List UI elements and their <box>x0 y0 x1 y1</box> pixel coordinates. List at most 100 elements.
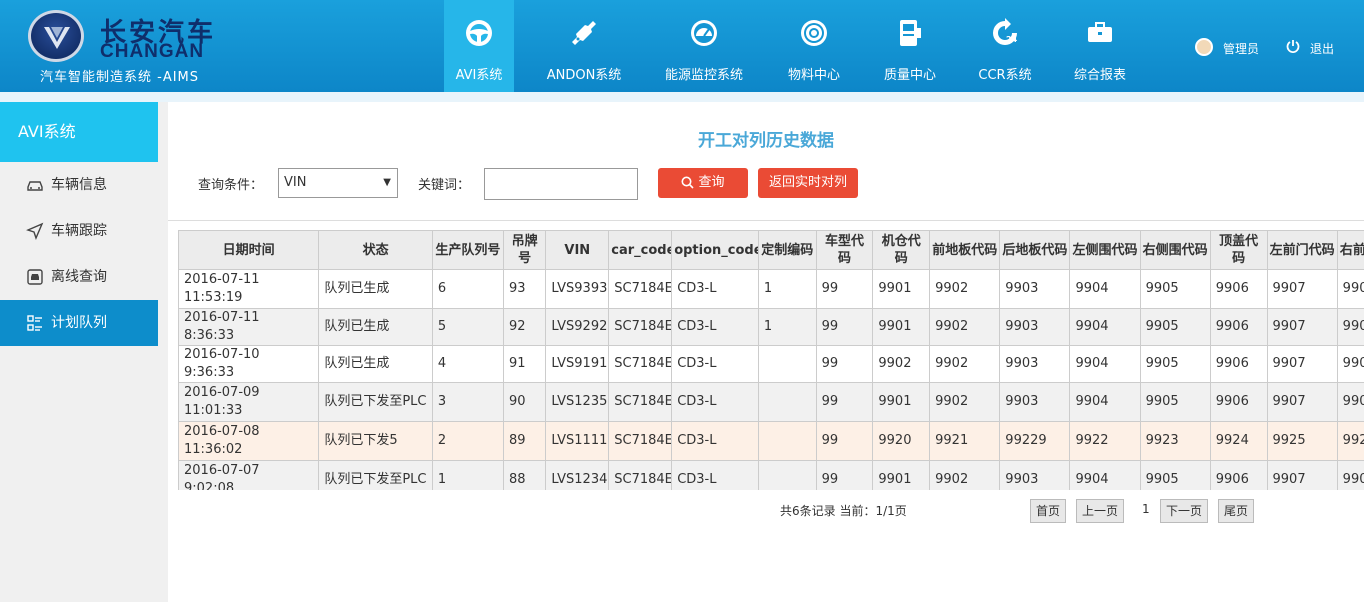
table-cell: 99 <box>815 308 874 346</box>
nav-label: 综合报表 <box>1073 68 1126 83</box>
sidebar-item-plan-queue[interactable]: 计划队列 <box>0 300 158 346</box>
table-cell: 9926 <box>1336 421 1364 461</box>
table-cell: 9902 <box>929 308 1001 346</box>
table-cell: CD3-L <box>671 460 759 490</box>
header-band <box>0 92 1364 102</box>
bearing-icon <box>801 20 827 46</box>
current-page-number[interactable]: 1 <box>1142 502 1150 516</box>
table-cell: LVS1234 <box>545 460 610 490</box>
sidebar-item-offline-query[interactable]: 离线查询 <box>0 254 158 300</box>
table-row[interactable]: 2016-07-08 11:36:02 队列已下发5 2 89 LVS1111 SC718… <box>178 421 1364 461</box>
table-cell: LVS9292 <box>545 308 610 346</box>
column-header: VIN <box>545 230 610 270</box>
table-row[interactable]: 2016-07-09 11:01:33 队列已下发至PLC 3 90 LVS1235 SC… <box>178 382 1364 422</box>
car-icon <box>27 181 43 191</box>
history-table: 日期时间 状态 生产队列号 吊牌号 VIN car_code option_code 定制编码… <box>178 230 1364 490</box>
column-header: 右前门代码 <box>1336 230 1364 270</box>
last-page-button[interactable]: 尾页 <box>1218 499 1254 523</box>
nav-label: CCR系统 <box>978 68 1032 83</box>
table-cell: 92 <box>503 308 547 346</box>
nav-label: 质量中心 <box>883 68 936 83</box>
table-cell: 99 <box>815 382 874 422</box>
table-cell: 9904 <box>1069 382 1141 422</box>
table-cell: 队列已生成 <box>318 269 433 309</box>
wrench-icon <box>572 21 596 45</box>
table-header-row: 日期时间 状态 生产队列号 吊牌号 VIN car_code option_code 定制编码… <box>178 230 1364 270</box>
keyword-input[interactable] <box>484 168 638 200</box>
table-cell: 9908 <box>1336 345 1364 383</box>
table-cell: CD3-L <box>671 345 759 383</box>
table-cell: SC7184E <box>608 269 673 309</box>
column-header: 后地板代码 <box>999 230 1071 270</box>
table-cell: 9902 <box>872 345 931 383</box>
table-row[interactable]: 2016-07-11 8:36:33 队列已生成 5 92 LVS9292 SC7184E… <box>178 308 1364 346</box>
table-cell: 9902 <box>929 382 1001 422</box>
iso-icon <box>900 20 921 46</box>
caret-down-icon: ▼ <box>383 177 391 188</box>
column-header: 定制编码 <box>757 230 817 270</box>
page-title: 开工对列历史数据 <box>698 131 834 151</box>
table-cell: 9906 <box>1209 345 1268 383</box>
table-cell: 90 <box>503 382 547 422</box>
table-cell: 9908 <box>1336 382 1364 422</box>
table-cell: 9904 <box>1069 460 1141 490</box>
column-header: car_code <box>608 230 673 270</box>
select-value: VIN <box>284 175 307 190</box>
table-cell: 9921 <box>929 421 1001 461</box>
table-cell: CD3-L <box>671 382 759 422</box>
table-cell: 队列已下发至PLC <box>318 382 433 422</box>
query-condition-select[interactable]: VIN ▼ <box>278 168 398 198</box>
table-cell: 1 <box>757 269 817 309</box>
sidebar-item-vehicle-tracking[interactable]: 车辆跟踪 <box>0 208 158 254</box>
table-cell: 9903 <box>999 345 1071 383</box>
table-cell: 9901 <box>872 308 931 346</box>
avatar <box>1195 38 1213 56</box>
nav-andon[interactable]: ANDON系统 <box>536 0 632 92</box>
sidebar-item-label: 离线查询 <box>51 269 107 285</box>
table-cell: 9906 <box>1209 308 1268 346</box>
table-cell: 6 <box>431 269 505 309</box>
table-row[interactable]: 2016-07-11 11:53:19 队列已生成 6 93 LVS9393 SC7184… <box>178 269 1364 309</box>
svg-text:24: 24 <box>1006 35 1018 44</box>
table-cell: 2016-07-11 8:36:33 <box>178 308 320 346</box>
back-realtime-button[interactable]: 返回实时对列 <box>758 168 858 198</box>
sidebar-item-vehicle-info[interactable]: 车辆信息 <box>0 162 158 208</box>
table-cell: CD3-L <box>671 421 759 461</box>
search-button[interactable]: 查询 <box>658 168 748 198</box>
next-page-button[interactable]: 下一页 <box>1160 499 1208 523</box>
nav-material[interactable]: 物料中心 <box>776 0 852 92</box>
power-icon <box>1286 40 1300 53</box>
table-row[interactable]: 2016-07-10 9:36:33 队列已生成 4 91 LVS9191 SC7184E… <box>178 345 1364 383</box>
nav-quality[interactable]: 质量中心 <box>872 0 948 92</box>
nav-label: AVI系统 <box>455 68 503 83</box>
nav-ccr[interactable]: 24 CCR系统 <box>966 0 1044 92</box>
column-header: 顶盖代码 <box>1209 230 1268 270</box>
nav-avi[interactable]: AVI系统 <box>444 0 514 92</box>
table-cell: 93 <box>503 269 547 309</box>
changan-logo[interactable]: 长安汽车 CHANGAN <box>28 10 228 66</box>
history-table-container[interactable]: 日期时间 状态 生产队列号 吊牌号 VIN car_code option_code 定制编码… <box>178 230 1364 490</box>
table-cell: 99 <box>815 460 874 490</box>
search-car-icon <box>27 269 43 285</box>
brand-en: CHANGAN <box>100 41 205 62</box>
table-cell: 91 <box>503 345 547 383</box>
nav-energy[interactable]: 能源监控系统 <box>656 0 752 92</box>
prev-page-button[interactable]: 上一页 <box>1076 499 1124 523</box>
table-cell: LVS9191 <box>545 345 610 383</box>
table-cell: 9908 <box>1336 460 1364 490</box>
top-header: 长安汽车 CHANGAN 汽车智能制造系统 -AIMS AVI系统 ANDON系… <box>0 0 1364 92</box>
table-cell: 2016-07-10 9:36:33 <box>178 345 320 383</box>
table-cell: 9925 <box>1266 421 1338 461</box>
column-header: option_code <box>671 230 759 270</box>
first-page-button[interactable]: 首页 <box>1030 499 1066 523</box>
table-cell <box>757 421 817 461</box>
nav-report[interactable]: 综合报表 <box>1062 0 1138 92</box>
search-icon <box>681 176 695 189</box>
table-cell: 队列已下发5 <box>318 421 433 461</box>
table-cell: 1 <box>431 460 505 490</box>
sidebar-title: AVI系统 <box>0 102 158 162</box>
search-button-label: 查询 <box>698 175 725 190</box>
table-cell: LVS1235 <box>545 382 610 422</box>
table-row[interactable]: 2016-07-07 9:02:08 队列已下发至PLC 1 88 LVS1234 SC7… <box>178 460 1364 490</box>
table-cell: 3 <box>431 382 505 422</box>
